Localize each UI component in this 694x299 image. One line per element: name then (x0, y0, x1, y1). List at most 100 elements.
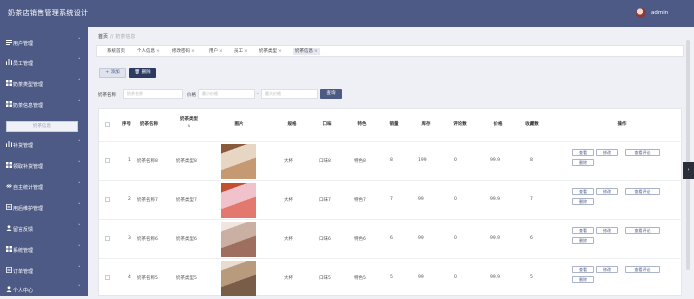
user-name[interactable]: admin (651, 10, 668, 16)
edit-button[interactable]: 修改 (596, 188, 618, 195)
tab-staff[interactable]: 员工× (234, 48, 248, 55)
view-comments-button[interactable]: 查看评论 (625, 149, 660, 156)
view-button[interactable]: 查看 (572, 149, 594, 156)
view-comments-button[interactable]: 查看评论 (625, 227, 660, 234)
sidebar-item-staff[interactable]: 员工管理 ˅ (0, 52, 88, 72)
document-icon (6, 204, 12, 210)
chevron-down-icon: ˅ (78, 58, 81, 64)
cell-price: 99.9 (490, 197, 501, 202)
search-button[interactable]: 查询 (320, 89, 342, 99)
sidebar-item-system[interactable]: 系统管理 ˅ (0, 239, 88, 259)
close-icon[interactable]: × (314, 49, 318, 54)
cell-price: 99.9 (490, 275, 501, 280)
cell-comments: 0 (454, 275, 457, 280)
grid-icon (6, 246, 12, 252)
sidebar-item-label: 补货管理 (13, 142, 34, 149)
delete-row-button[interactable]: 删除 (572, 159, 594, 166)
row-divider (99, 219, 683, 220)
cell-name: 奶茶名称5 (137, 276, 158, 281)
sidebar-item-orders[interactable]: 订单管理 ˅ (0, 260, 88, 280)
sidebar: 用户管理 ˅ 员工管理 ˅ 奶茶类型管理 ˅ 奶茶信息管理 ˄ 奶茶信息 补货管… (0, 27, 88, 296)
sidebar-item-users[interactable]: 用户管理 ˅ (0, 32, 88, 52)
product-image[interactable] (221, 261, 256, 296)
user-avatar[interactable] (636, 8, 646, 18)
sort-icon[interactable]: ⇅ (176, 124, 202, 128)
sidebar-item-restock-claims[interactable]: 领取补货管理 ˅ (0, 155, 88, 175)
header-stock: 库存 (421, 122, 431, 127)
row-divider (99, 141, 683, 142)
price-filter-label: 价格 (187, 93, 196, 98)
row-checkbox[interactable] (105, 158, 110, 163)
chevron-down-icon: ˅ (78, 266, 81, 272)
row-checkbox[interactable] (105, 275, 110, 280)
delete-button[interactable]: 🗑 删除 (129, 68, 156, 78)
close-icon[interactable]: × (244, 49, 248, 54)
sidebar-item-feedback[interactable]: 留言反馈 ˅ (0, 218, 88, 238)
min-price-input[interactable]: 最小价格 (198, 89, 255, 99)
max-price-input[interactable]: 最大价格 (261, 89, 318, 99)
cell-feature: 特色8 (354, 159, 366, 164)
name-filter-input[interactable]: 奶茶名称 (123, 89, 183, 99)
sidebar-item-tea-types[interactable]: 奶茶类型管理 ˅ (0, 73, 88, 93)
header-size: 规格 (287, 122, 297, 127)
tab-label: 系统首页 (107, 49, 125, 54)
row-checkbox[interactable] (105, 236, 110, 241)
cell-taste: 口味6 (319, 237, 331, 242)
header-image: 图片 (234, 122, 244, 127)
edit-button[interactable]: 修改 (596, 266, 618, 273)
view-button[interactable]: 查看 (572, 227, 594, 234)
sidebar-item-label: 用后维护管理 (13, 205, 44, 212)
view-comments-button[interactable]: 查看评论 (625, 266, 660, 273)
side-toggle-tab[interactable]: › (683, 162, 694, 179)
header-type[interactable]: 奶茶类型 ⇅ (176, 109, 202, 141)
view-button[interactable]: 查看 (572, 266, 594, 273)
close-icon[interactable]: × (156, 49, 160, 54)
chevron-down-icon: ˅ (78, 140, 81, 146)
cell-size: 大杯 (284, 237, 293, 242)
cell-name: 奶茶名称6 (137, 237, 158, 242)
cell-type: 奶茶类型6 (176, 237, 197, 242)
name-filter-label: 奶茶名称 (98, 93, 116, 98)
row-checkbox[interactable] (105, 197, 110, 202)
cell-type: 奶茶类型5 (176, 276, 197, 281)
select-all-checkbox[interactable] (105, 122, 110, 127)
delete-row-button[interactable]: 删除 (572, 237, 594, 244)
close-icon[interactable]: × (219, 49, 223, 54)
view-comments-button[interactable]: 查看评论 (625, 188, 660, 195)
delete-row-button[interactable]: 删除 (572, 198, 594, 205)
vertical-scrollbar[interactable] (686, 40, 690, 270)
sidebar-item-maintenance[interactable]: 用后维护管理 ˅ (0, 197, 88, 217)
add-button[interactable]: + 添加 (99, 68, 126, 78)
tab-tea-types[interactable]: 奶茶类型× (259, 48, 282, 55)
cell-size: 大杯 (284, 276, 293, 281)
cell-size: 大杯 (284, 159, 293, 164)
edit-button[interactable]: 修改 (596, 227, 618, 234)
tab-users[interactable]: 用户× (209, 48, 223, 55)
header-comments: 评论数 (453, 122, 467, 127)
cell-stock: 99 (418, 275, 424, 280)
sidebar-item-profile[interactable]: 个人中心 ˅ (0, 279, 88, 299)
tab-change-password[interactable]: 修改密码× (172, 48, 195, 55)
sidebar-item-restock[interactable]: 补货管理 ˅ (0, 134, 88, 154)
sidebar-item-tea-info[interactable]: 奶茶信息管理 ˄ (0, 94, 88, 114)
close-icon[interactable]: × (191, 49, 195, 54)
tab-home[interactable]: 系统首页 (107, 48, 125, 55)
close-icon[interactable]: × (278, 49, 282, 54)
tab-tea-info[interactable]: 奶茶信息× (293, 48, 320, 55)
product-image[interactable] (221, 222, 256, 257)
breadcrumb-home[interactable]: 首页 (98, 34, 108, 40)
tab-profile[interactable]: 个人信息× (137, 48, 160, 55)
bar-chart-icon (6, 59, 12, 65)
view-button[interactable]: 查看 (572, 188, 594, 195)
product-image[interactable] (221, 183, 256, 218)
main-content: 首页//奶茶信息 系统首页 个人信息× 修改密码× 用户× 员工× 奶茶类型× … (88, 27, 694, 296)
sidebar-subitem-tea-info[interactable]: 奶茶信息 (6, 121, 78, 132)
sidebar-item-label: 自主统计管理 (13, 184, 44, 191)
delete-row-button[interactable]: 删除 (572, 276, 594, 283)
link-icon (6, 184, 12, 188)
edit-button[interactable]: 修改 (596, 149, 618, 156)
product-image[interactable] (221, 144, 256, 179)
chevron-down-icon: ˅ (78, 161, 81, 167)
sidebar-item-statistics[interactable]: 自主统计管理 ˅ (0, 176, 88, 196)
chevron-down-icon: ˅ (78, 203, 81, 209)
